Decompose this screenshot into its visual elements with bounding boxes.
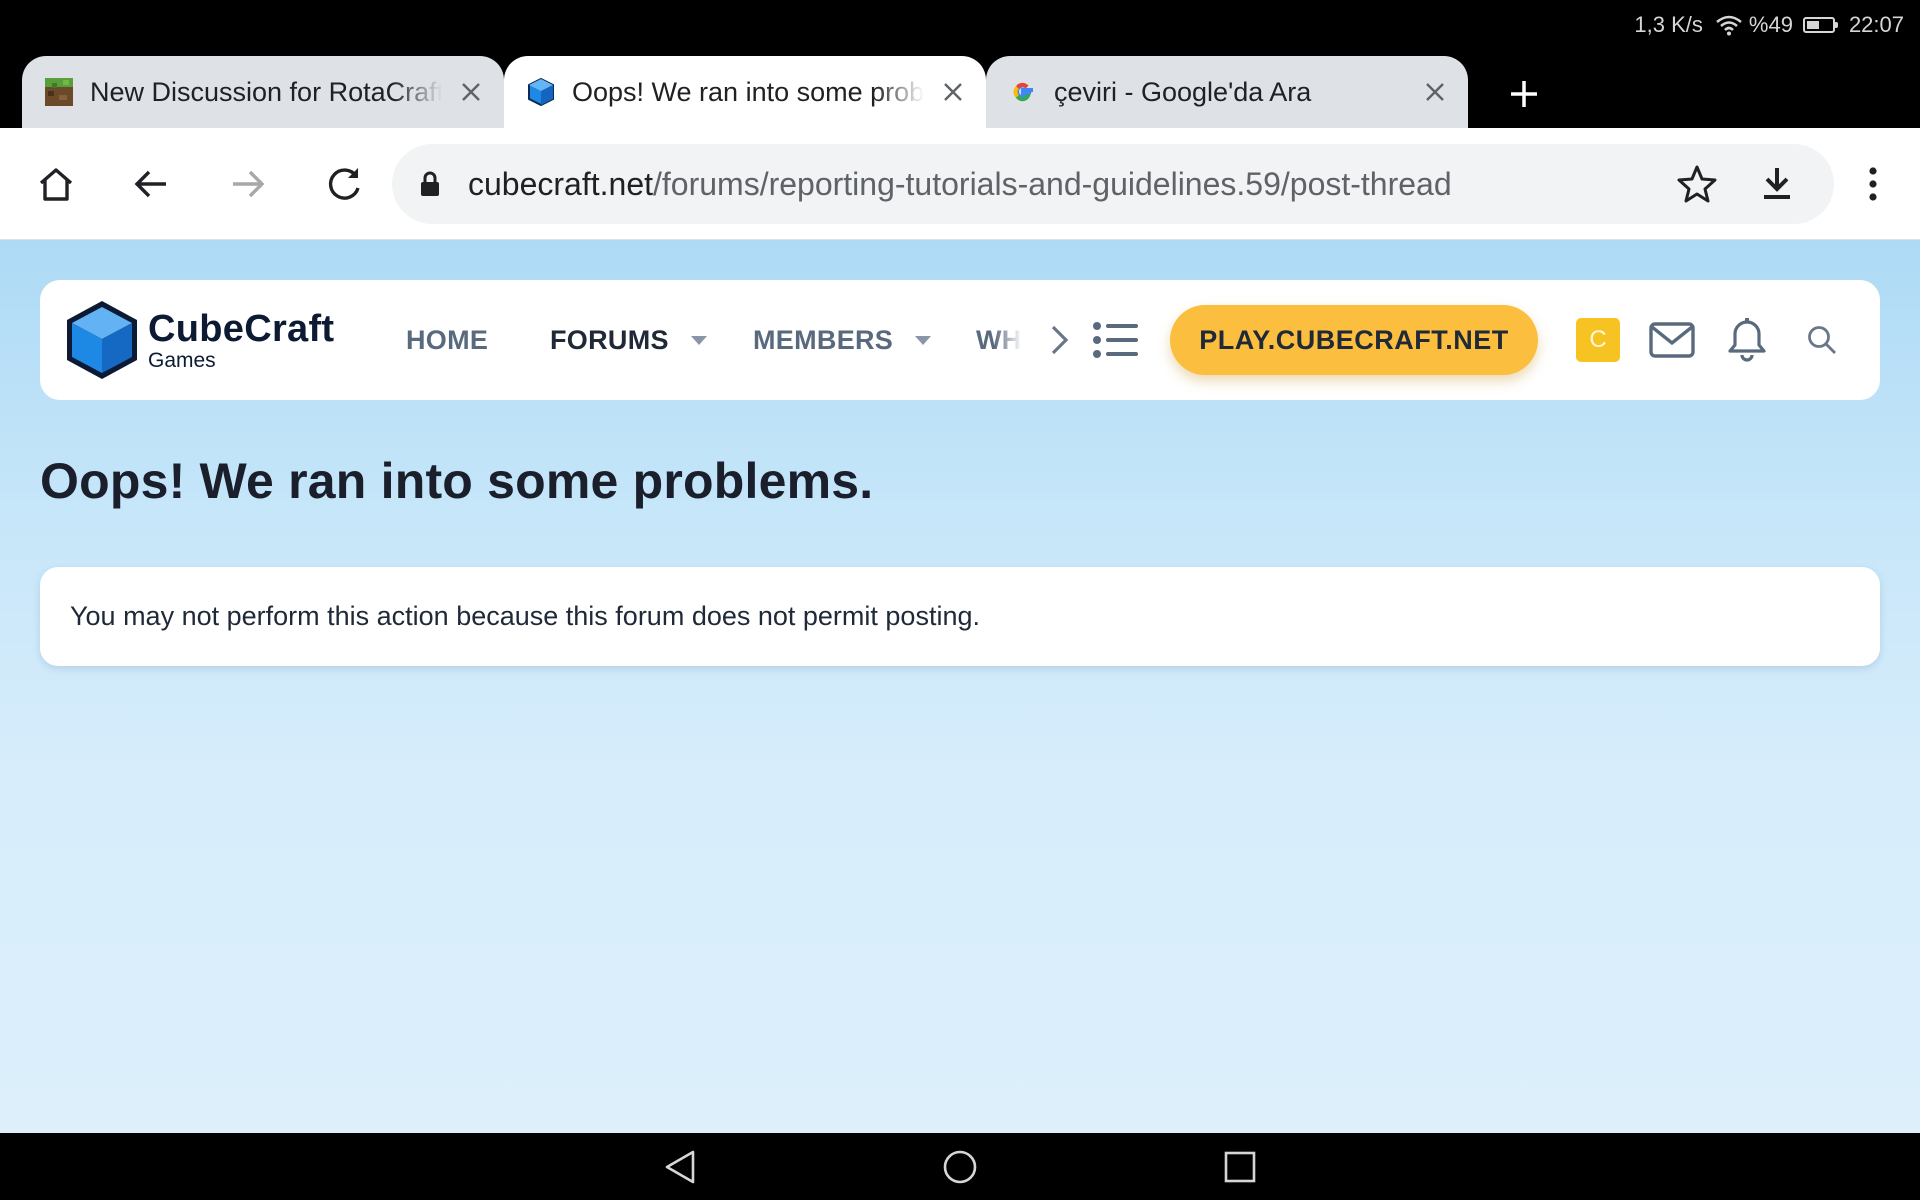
- clock: 22:07: [1848, 12, 1904, 37]
- logo-sub: Games: [148, 348, 216, 372]
- battery-percent: %49: [1748, 12, 1793, 37]
- cubecraft-cube-icon: [67, 301, 137, 379]
- nav-home-icon[interactable]: [938, 1145, 982, 1189]
- network-speed: 1,3 K/s: [1634, 12, 1703, 37]
- reload-icon[interactable]: [320, 160, 368, 208]
- tab-google-search[interactable]: çeviri - Google'da Ara: [986, 56, 1468, 128]
- nav-label: WHAT'S NEW: [976, 324, 1022, 355]
- nav-label: HOME: [406, 324, 489, 355]
- download-icon[interactable]: [1753, 160, 1801, 208]
- tab-title: New Discussion for RotaCraft: [90, 76, 442, 107]
- close-icon[interactable]: [938, 77, 968, 107]
- status-bar: 1,3 K/s %49 22:07: [0, 0, 1920, 50]
- wifi-icon: [1715, 14, 1743, 36]
- search-icon[interactable]: [1802, 320, 1842, 360]
- minecraft-block-icon: [44, 77, 74, 107]
- chevron-right-icon[interactable]: [1040, 320, 1080, 360]
- nav-home[interactable]: HOME: [406, 280, 488, 400]
- cubecraft-cube-icon: [526, 77, 556, 107]
- address-bar[interactable]: cubecraft.net/forums/reporting-tutorials…: [392, 144, 1834, 224]
- tab-title: çeviri - Google'da Ara: [1054, 76, 1312, 107]
- page-viewport: CubeCraft Games HOME FORUMS MEMBERS WHAT…: [0, 240, 1920, 1133]
- battery-fill: [1806, 21, 1819, 29]
- nav-label: FORUMS: [550, 324, 669, 355]
- plus-icon: [1511, 81, 1537, 107]
- nav-label: MEMBERS: [753, 324, 894, 355]
- browser-toolbar: cubecraft.net/forums/reporting-tutorials…: [0, 128, 1920, 240]
- coin-badge[interactable]: C: [1576, 318, 1620, 362]
- back-icon[interactable]: [127, 160, 175, 208]
- error-message-block: You may not perform this action because …: [40, 567, 1880, 666]
- nav-whats-new[interactable]: WHAT'S NEW: [976, 280, 1022, 400]
- tab-strip: New Discussion for RotaCraft Oops! We ra…: [0, 50, 1920, 128]
- url-host: cubecraft.net: [468, 165, 653, 202]
- forward-icon[interactable]: [224, 160, 272, 208]
- system-nav-bar: [0, 1133, 1920, 1200]
- battery-icon: [1802, 17, 1838, 33]
- tab-title: Oops! We ran into some problems.: [572, 76, 924, 107]
- url-text: cubecraft.net/forums/reporting-tutorials…: [468, 166, 1452, 203]
- nav-back-icon[interactable]: [658, 1145, 702, 1189]
- bell-icon[interactable]: [1724, 314, 1770, 364]
- new-tab-button[interactable]: [1504, 74, 1544, 114]
- home-icon[interactable]: [32, 160, 80, 208]
- google-g-icon: [1008, 77, 1038, 107]
- close-icon[interactable]: [1420, 77, 1450, 107]
- lock-icon: [416, 168, 444, 200]
- error-message: You may not perform this action because …: [70, 601, 980, 631]
- chevron-down-icon: [690, 335, 707, 345]
- tab-cubecraft-error[interactable]: Oops! We ran into some problems.: [504, 56, 986, 128]
- site-header: CubeCraft Games HOME FORUMS MEMBERS WHAT…: [40, 280, 1880, 400]
- mail-icon[interactable]: [1646, 316, 1698, 364]
- logo-name: CubeCraft: [148, 307, 335, 350]
- chevron-down-icon: [915, 335, 932, 345]
- close-icon[interactable]: [456, 77, 486, 107]
- tab-rotacraft[interactable]: New Discussion for RotaCraft: [22, 56, 504, 128]
- url-path: /forums/reporting-tutorials-and-guidelin…: [653, 165, 1452, 202]
- more-vert-icon[interactable]: [1849, 160, 1897, 208]
- list-menu-icon[interactable]: [1090, 316, 1140, 364]
- page-title: Oops! We ran into some problems.: [40, 453, 874, 509]
- nav-forums[interactable]: FORUMS: [550, 280, 707, 400]
- star-icon[interactable]: [1673, 160, 1721, 208]
- cubecraft-logo[interactable]: CubeCraft Games: [64, 298, 334, 382]
- play-server-button[interactable]: PLAY.CUBECRAFT.NET: [1170, 305, 1538, 375]
- nav-recents-icon[interactable]: [1218, 1145, 1262, 1189]
- nav-members[interactable]: MEMBERS: [753, 280, 932, 400]
